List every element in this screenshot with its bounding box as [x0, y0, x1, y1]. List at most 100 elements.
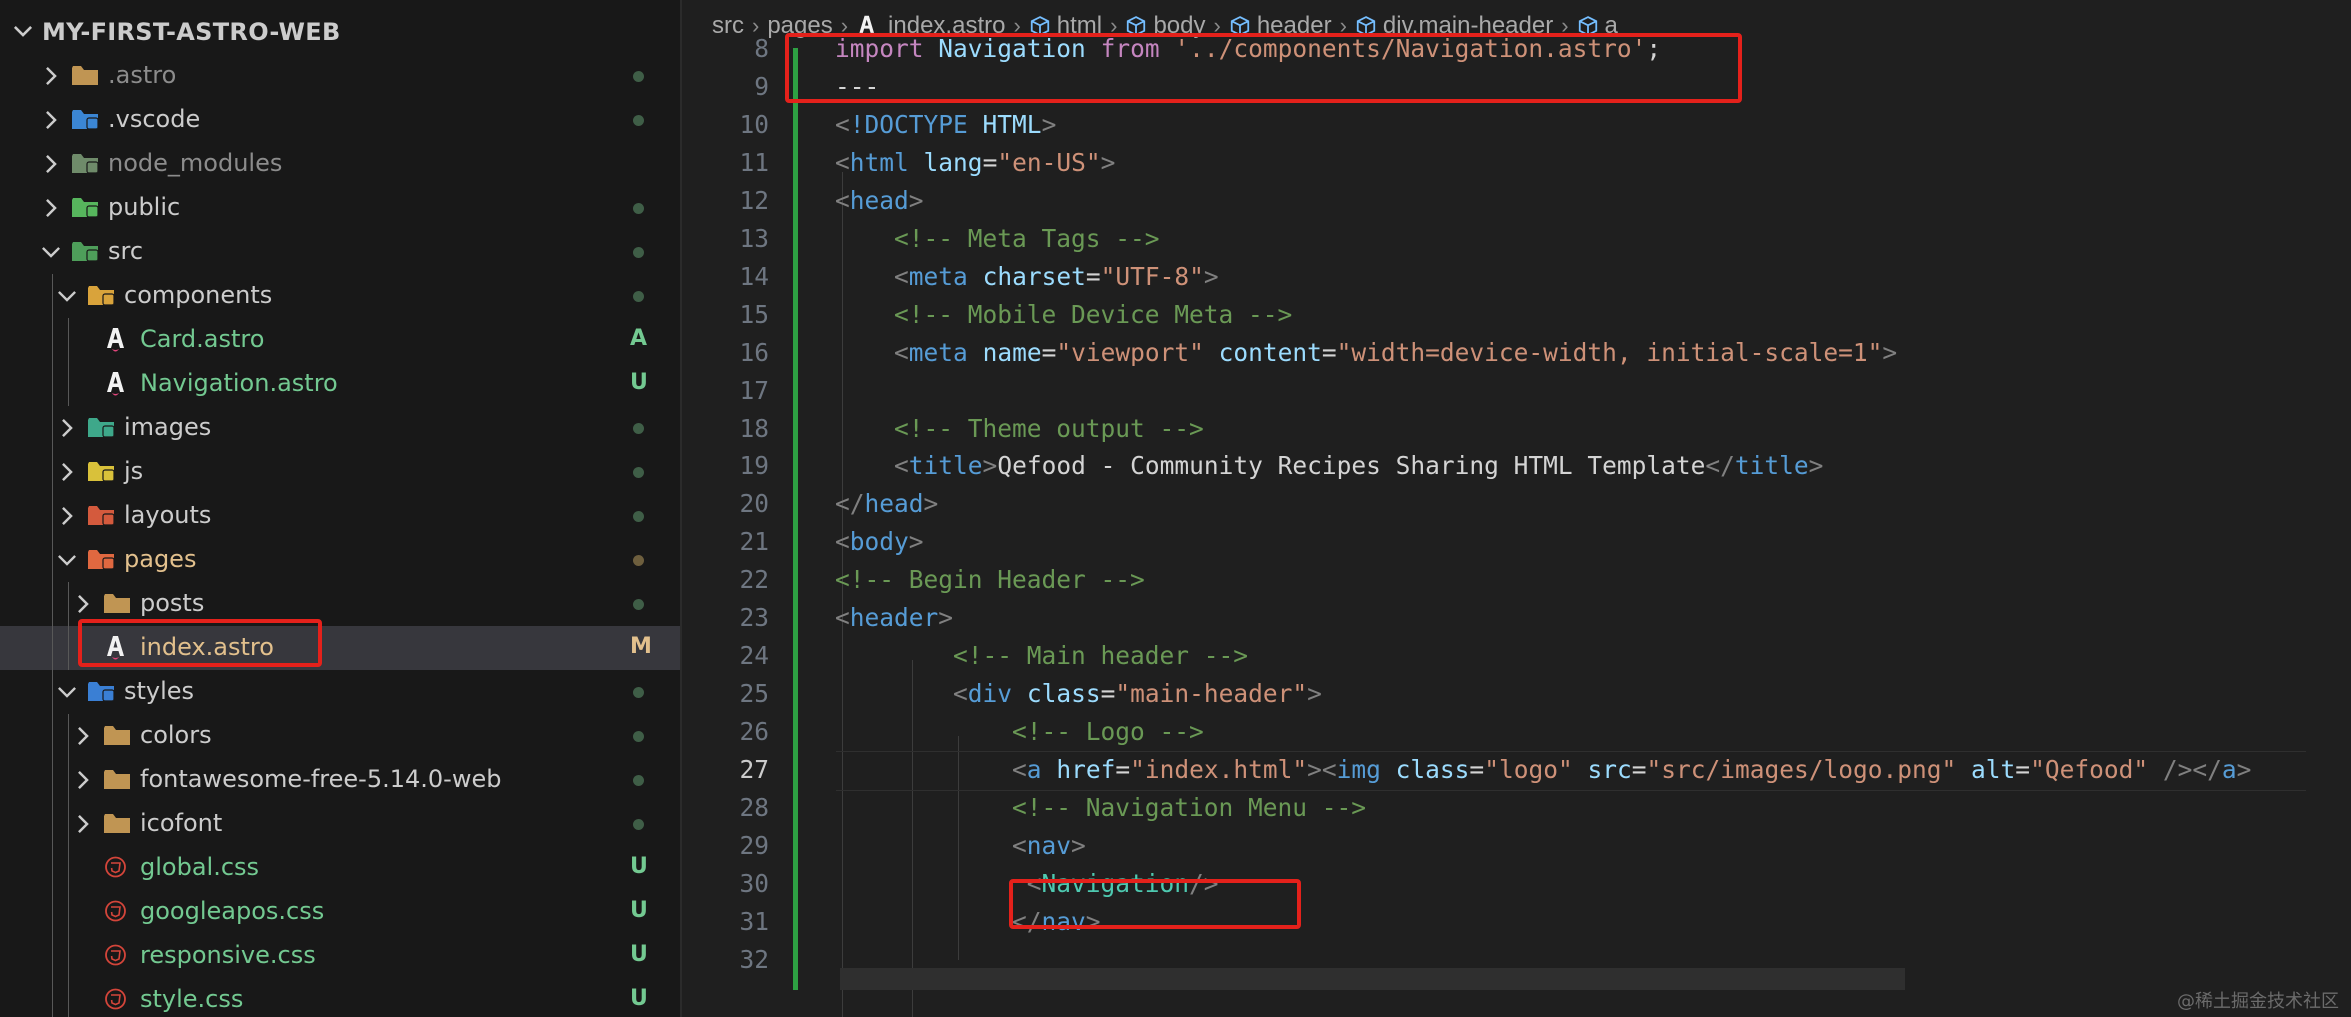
chevron-right-icon[interactable] — [70, 811, 96, 837]
chevron-down-icon[interactable] — [54, 679, 80, 705]
indent-guide — [68, 934, 69, 978]
code-line[interactable]: 10 <!DOCTYPE HTML> — [682, 106, 2351, 144]
code-token: = — [1085, 261, 1101, 291]
tree-item[interactable]: src — [0, 230, 680, 274]
code-token: </ — [835, 489, 865, 519]
git-change-dot — [633, 819, 644, 830]
code-token: header — [849, 603, 939, 633]
tree-item[interactable]: js — [0, 450, 680, 494]
code-token: < — [835, 109, 850, 139]
tree-item[interactable]: fontawesome-free-5.14.0-web — [0, 758, 680, 802]
code-text: <nav> — [835, 831, 1086, 860]
line-number: 16 — [739, 337, 769, 367]
code-line[interactable]: 28 <!-- Navigation Menu --> — [682, 789, 2351, 827]
chevron-down-icon[interactable] — [38, 239, 64, 265]
code-line[interactable]: 29 <nav> — [682, 827, 2351, 865]
tree-item[interactable]: icofont — [0, 802, 680, 846]
code-line[interactable]: 26 <!-- Logo --> — [682, 713, 2351, 751]
tree-item[interactable]: googleapos.css U — [0, 890, 680, 934]
code-token: > — [2236, 755, 2252, 785]
code-token: meta — [908, 261, 968, 291]
indent-guide — [52, 626, 53, 670]
code-token: > — [1071, 830, 1086, 860]
code-editor[interactable]: src › pages › index.astro › html › body › header › d… — [682, 0, 2351, 1017]
tree-item[interactable]: styles — [0, 670, 680, 714]
git-change-dot — [633, 599, 644, 610]
chevron-right-icon[interactable] — [70, 591, 96, 617]
tree-item-label: Navigation.astro — [140, 369, 338, 397]
tree-item[interactable]: style.css U — [0, 978, 680, 1017]
horizontal-scrollbar[interactable] — [840, 968, 1905, 990]
code-line[interactable]: 24 <!-- Main header --> — [682, 637, 2351, 675]
code-line[interactable]: 14 <meta charset="UTF-8"> — [682, 258, 2351, 296]
tree-item[interactable]: layouts — [0, 494, 680, 538]
tree-item[interactable]: colors — [0, 714, 680, 758]
code-line[interactable]: 31 </nav> — [682, 903, 2351, 941]
chevron-right-icon[interactable] — [70, 767, 96, 793]
tree-item[interactable]: .astro — [0, 54, 680, 98]
code-token: "viewport" — [1056, 337, 1204, 367]
chevron-right-icon[interactable] — [54, 459, 80, 485]
layouts-folder-icon — [88, 506, 115, 526]
code-token: name — [982, 337, 1042, 367]
chevron-right-icon[interactable] — [70, 723, 96, 749]
tree-item[interactable]: responsive.css U — [0, 934, 680, 978]
code-line[interactable]: 15 <!-- Mobile Device Meta --> — [682, 296, 2351, 334]
line-number: 27 — [739, 755, 769, 785]
code-line[interactable]: 11 <html lang="en-US"> — [682, 144, 2351, 182]
tree-item[interactable]: Card.astro A — [0, 318, 680, 362]
code-line[interactable]: 21 <body> — [682, 523, 2351, 561]
code-line[interactable]: 22 <!-- Begin Header --> — [682, 561, 2351, 599]
code-token: "logo" — [1484, 755, 1573, 785]
code-text: </head> — [835, 489, 938, 518]
code-line[interactable]: 19 <title>Qefood - Community Recipes Sha… — [682, 447, 2351, 485]
code-line[interactable]: 25 <div class="main-header"> — [682, 675, 2351, 713]
code-line[interactable]: 30 <Navigation/> — [682, 865, 2351, 903]
code-token: div — [967, 679, 1013, 709]
code-token: < — [894, 261, 909, 291]
code-token: = — [1115, 755, 1131, 785]
code-line[interactable]: 16 <meta name="viewport" content="width=… — [682, 334, 2351, 372]
code-line[interactable]: 12 <head> — [682, 182, 2351, 220]
tree-item[interactable]: .vscode — [0, 98, 680, 142]
tree-item[interactable]: Navigation.astro U — [0, 362, 680, 406]
chevron-right-icon[interactable] — [38, 63, 64, 89]
code-text: <!-- Mobile Device Meta --> — [835, 300, 1292, 329]
git-change-dot — [633, 71, 644, 82]
tree-item[interactable]: node_modules — [0, 142, 680, 186]
tree-item[interactable]: public — [0, 186, 680, 230]
code-line[interactable]: 13 <!-- Meta Tags --> — [682, 220, 2351, 258]
line-number: 25 — [739, 679, 769, 709]
chevron-right-icon[interactable] — [38, 107, 64, 133]
code-line[interactable]: 18 <!-- Theme output --> — [682, 410, 2351, 448]
chevron-right-icon[interactable] — [54, 503, 80, 529]
tree-item[interactable]: pages — [0, 538, 680, 582]
tree-item[interactable]: global.css U — [0, 846, 680, 890]
chevron-down-icon[interactable] — [54, 283, 80, 309]
indent-guide — [52, 714, 53, 758]
code-token: title — [908, 451, 983, 481]
chevron-right-icon[interactable] — [38, 151, 64, 177]
code-line[interactable]: 23 <header> — [682, 599, 2351, 637]
chevron-right-icon[interactable] — [54, 415, 80, 441]
git-status-badge: M — [630, 634, 652, 659]
tree-item[interactable]: images — [0, 406, 680, 450]
indent-guide — [68, 714, 69, 758]
code-token: Qefood - Community Recipes Sharing HTML … — [997, 451, 1706, 481]
folder-icon — [104, 594, 130, 613]
explorer-root-header[interactable]: MY-FIRST-ASTRO-WEB — [0, 10, 680, 54]
chevron-down-icon[interactable] — [54, 547, 80, 573]
chevron-right-icon[interactable] — [38, 195, 64, 221]
code-line[interactable]: 20 </head> — [682, 485, 2351, 523]
tree-item[interactable]: components — [0, 274, 680, 318]
code-line[interactable]: 27 <a href="index.html"><img class="logo… — [682, 751, 2351, 792]
code-token: < — [835, 147, 850, 177]
code-token: href — [1056, 755, 1116, 785]
code-line[interactable]: 17 — [682, 372, 2351, 410]
